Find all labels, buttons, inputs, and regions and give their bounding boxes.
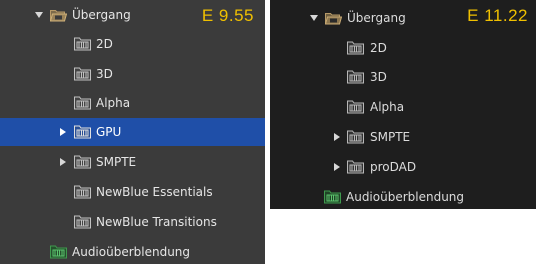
film-folder-icon <box>74 96 91 110</box>
tree-node-smpte[interactable]: SMPTE <box>270 125 536 149</box>
expand-arrow-icon[interactable] <box>334 163 340 171</box>
tree-node-label: SMPTE <box>96 155 137 169</box>
tree-node-2d[interactable]: 2D <box>270 36 536 60</box>
tree-node-gpu[interactable]: GPU <box>0 118 265 146</box>
film-folder-icon <box>74 155 91 169</box>
film-folder-icon <box>347 100 364 114</box>
tree-node-label: Audioüberblendung <box>72 245 191 259</box>
tree-node-label: Übergang <box>347 11 406 25</box>
film-folder-icon <box>74 185 91 199</box>
tree-node-label: NewBlue Transitions <box>96 215 217 229</box>
expand-arrow-icon[interactable] <box>60 128 66 136</box>
tree-node-alpha[interactable]: Alpha <box>0 91 265 115</box>
tree-panel-e1122: E 11.22 Übergang 2D 3D Alpha SMPTE proDA… <box>270 0 536 209</box>
open-folder-icon <box>325 13 342 25</box>
tree-node-label: 2D <box>370 41 387 55</box>
tree-node-label: proDAD <box>370 160 417 174</box>
film-folder-icon <box>347 70 364 84</box>
film-folder-icon <box>347 160 364 174</box>
tree-node-3d[interactable]: 3D <box>270 65 536 89</box>
tree-node-smpte[interactable]: SMPTE <box>0 150 265 174</box>
tree-node-label: SMPTE <box>370 130 411 144</box>
film-folder-icon <box>74 215 91 229</box>
tree-node-audio[interactable]: Audioüberblendung <box>0 240 265 264</box>
tree-node-audio[interactable]: Audioüberblendung <box>270 185 536 209</box>
film-folder-icon <box>74 37 91 51</box>
film-folder-icon <box>74 67 91 81</box>
expand-arrow-icon[interactable] <box>60 158 66 166</box>
tree-node-newblue-essentials[interactable]: NewBlue Essentials <box>0 180 265 204</box>
tree-node-uebergang[interactable]: Übergang <box>270 6 536 30</box>
film-folder-icon <box>74 125 91 139</box>
tree-panel-e955: E 9.55 Übergang 2D 3D Alpha GPU SMPTE Ne… <box>0 0 265 264</box>
tree-node-label: NewBlue Essentials <box>96 185 213 199</box>
tree-node-label: Alpha <box>96 96 131 110</box>
expand-arrow-icon[interactable] <box>35 12 43 18</box>
tree-node-label: Übergang <box>72 8 131 22</box>
tree-node-2d[interactable]: 2D <box>0 32 265 56</box>
tree-node-3d[interactable]: 3D <box>0 62 265 86</box>
audio-folder-icon <box>50 245 67 259</box>
tree-node-uebergang[interactable]: Übergang <box>0 3 265 27</box>
tree-node-newblue-transitions[interactable]: NewBlue Transitions <box>0 210 265 234</box>
expand-arrow-icon[interactable] <box>310 15 318 21</box>
film-folder-icon <box>347 130 364 144</box>
audio-folder-icon <box>324 190 341 204</box>
film-folder-icon <box>347 41 364 55</box>
expand-arrow-icon[interactable] <box>334 133 340 141</box>
tree-node-label: 3D <box>96 67 113 81</box>
tree-node-label: Audioüberblendung <box>346 190 465 204</box>
tree-node-label: Alpha <box>370 100 405 114</box>
tree-node-prodad[interactable]: proDAD <box>270 155 536 179</box>
tree-node-alpha[interactable]: Alpha <box>270 95 536 119</box>
tree-node-label: GPU <box>96 125 122 139</box>
tree-node-label: 3D <box>370 70 387 84</box>
tree-node-label: 2D <box>96 37 113 51</box>
open-folder-icon <box>50 10 67 22</box>
